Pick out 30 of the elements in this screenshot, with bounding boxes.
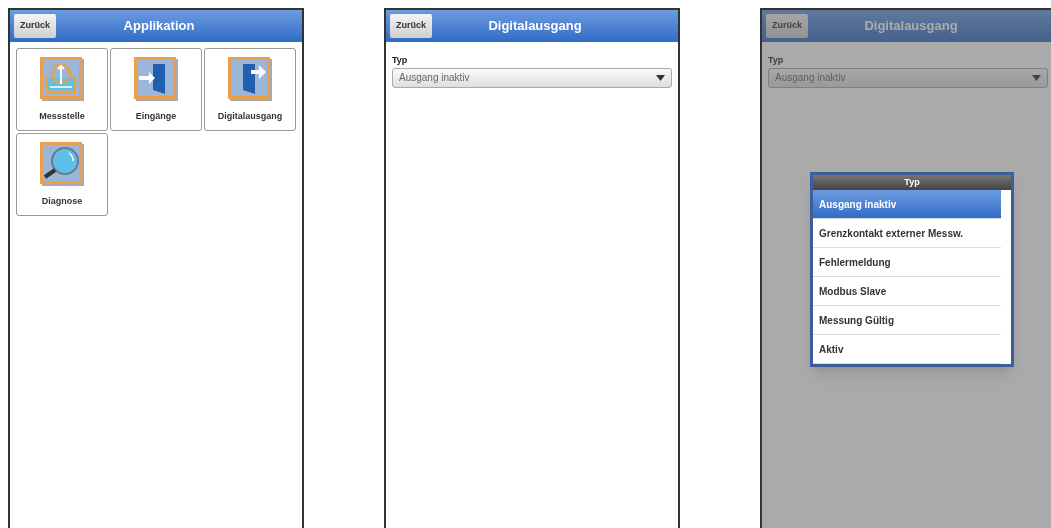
screen-title: Digitalausgang — [488, 17, 582, 36]
dropdown-arrow-icon — [656, 74, 665, 81]
field-label: Typ — [392, 54, 409, 67]
screen-title: Applikation — [123, 17, 195, 36]
picker-option[interactable]: Grenzkontakt externer Messw. — [813, 219, 1001, 248]
screen-title: Digitalausgang — [864, 17, 958, 36]
menu-tile[interactable]: Eingänge — [110, 48, 202, 131]
tile-label: Digitalausgang — [217, 109, 283, 123]
tile-label: Messstelle — [39, 109, 85, 123]
picker-option[interactable]: Modbus Slave — [813, 277, 1001, 306]
input-door-icon — [133, 55, 179, 102]
picker-option[interactable]: Messung Gültig — [813, 306, 1001, 335]
menu-tile[interactable]: Diagnose — [16, 133, 108, 216]
tile-label: Eingänge — [135, 109, 177, 123]
menu-tile[interactable]: Digitalausgang — [204, 48, 296, 131]
type-dropdown[interactable]: Ausgang inaktiv — [392, 67, 672, 88]
back-button[interactable]: Zurück — [766, 14, 808, 38]
tile-label: Diagnose — [41, 194, 83, 208]
dropdown-arrow-icon — [1032, 74, 1041, 81]
output-door-icon — [227, 55, 273, 102]
picker-title: Typ — [813, 175, 1011, 190]
picker-option[interactable]: Ausgang inaktiv — [813, 190, 1001, 219]
picker-option[interactable]: Fehlermeldung — [813, 248, 1001, 277]
magnifier-icon — [39, 140, 85, 187]
picker-option[interactable]: Aktiv — [813, 335, 1001, 364]
back-button[interactable]: Zurück — [14, 14, 56, 38]
measuring-point-icon — [39, 55, 85, 102]
field-label: Typ — [768, 54, 785, 67]
back-button[interactable]: Zurück — [390, 14, 432, 38]
menu-tile[interactable]: Messstelle — [16, 48, 108, 131]
